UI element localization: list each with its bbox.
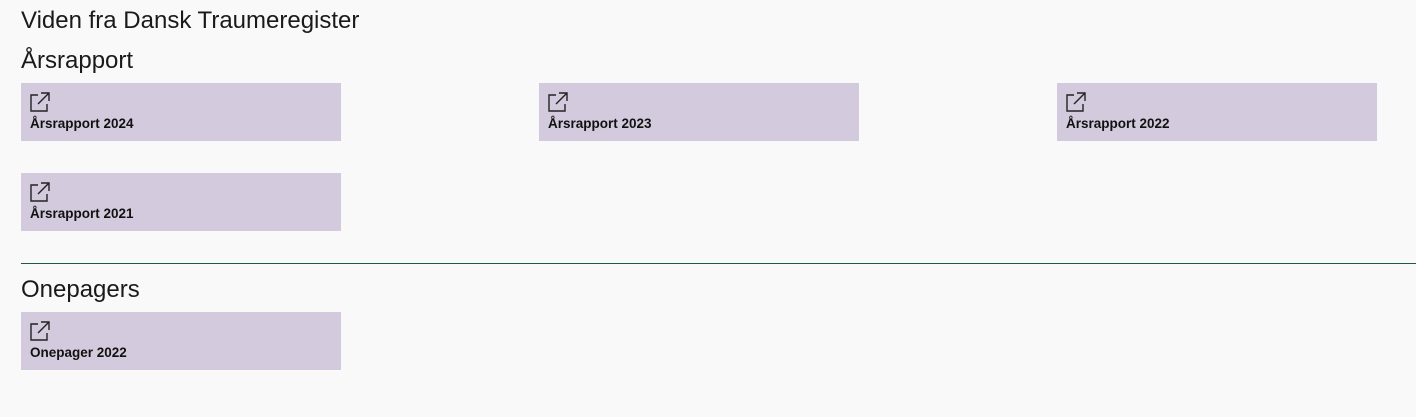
page: Viden fra Dansk Traumeregister Årsrappor… xyxy=(0,0,1416,417)
external-link-icon xyxy=(1066,92,1086,112)
external-link-icon xyxy=(30,182,50,202)
card-label: Årsrapport 2021 xyxy=(30,206,134,221)
section-title-arsrapport: Årsrapport xyxy=(21,47,134,74)
card-arsrapport-2021[interactable]: Årsrapport 2021 xyxy=(21,173,341,231)
external-link-icon xyxy=(548,92,568,112)
card-onepager-2022[interactable]: Onepager 2022 xyxy=(21,312,341,370)
section-divider xyxy=(21,263,1416,264)
card-arsrapport-2024[interactable]: Årsrapport 2024 xyxy=(21,83,341,141)
page-title: Viden fra Dansk Traumeregister xyxy=(21,7,360,34)
card-arsrapport-2022[interactable]: Årsrapport 2022 xyxy=(1057,83,1377,141)
card-label: Årsrapport 2023 xyxy=(548,116,652,131)
card-label: Årsrapport 2024 xyxy=(30,116,134,131)
card-label: Årsrapport 2022 xyxy=(1066,116,1170,131)
card-label: Onepager 2022 xyxy=(30,345,127,360)
external-link-icon xyxy=(30,92,50,112)
section-title-onepagers: Onepagers xyxy=(21,276,140,303)
external-link-icon xyxy=(30,321,50,341)
card-arsrapport-2023[interactable]: Årsrapport 2023 xyxy=(539,83,859,141)
